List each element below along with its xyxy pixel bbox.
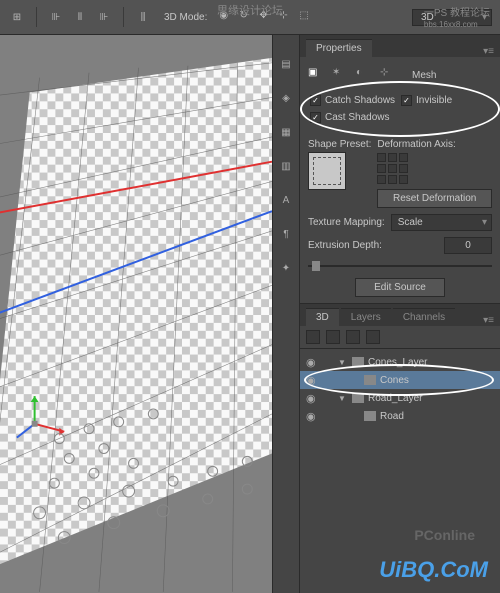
cap-icon[interactable]: ◐ xyxy=(356,67,372,83)
text-icon[interactable]: A xyxy=(277,191,295,209)
mesh-item-icon xyxy=(364,411,376,421)
tab-channels[interactable]: Channels xyxy=(393,308,455,326)
watermark-pconline: PConline xyxy=(414,527,475,543)
filter-scene-icon[interactable] xyxy=(306,330,320,344)
color-icon[interactable]: ▦ xyxy=(277,123,295,141)
mesh-icon[interactable]: ▣ xyxy=(308,67,324,83)
filter-light-icon[interactable] xyxy=(366,330,380,344)
mesh-label: Mesh xyxy=(412,70,436,81)
tab-properties[interactable]: Properties xyxy=(306,39,372,57)
3d-filter-bar xyxy=(300,326,500,349)
3d-panel-tab-bar: 3D Layers Channels ▾≡ xyxy=(300,304,500,326)
tree-row[interactable]: ◉ ▼ Road_Layer xyxy=(300,389,500,407)
3d-panel: ◉ ▼ Cones_Layer◉ Cones◉ ▼ Road_Layer◉ Ro… xyxy=(300,326,500,593)
3d-scene-tree: ◉ ▼ Cones_Layer◉ Cones◉ ▼ Road_Layer◉ Ro… xyxy=(300,349,500,429)
scale-icon[interactable]: ⬚ xyxy=(299,10,313,24)
invisible-checkbox[interactable]: ✓Invisible xyxy=(401,95,490,106)
3d-viewport[interactable] xyxy=(0,35,272,593)
filter-material-icon[interactable] xyxy=(346,330,360,344)
coords-icon[interactable]: ⊹ xyxy=(380,67,396,83)
twisty-icon[interactable]: ▼ xyxy=(338,358,348,367)
mesh-item-icon xyxy=(352,357,364,367)
tree-row[interactable]: ◉ Road xyxy=(300,407,500,425)
texture-mapping-dropdown[interactable]: Scale xyxy=(391,214,492,231)
deformation-axis-label: Deformation Axis: xyxy=(377,139,492,150)
tree-item-label: Road xyxy=(380,411,404,422)
deform-icon[interactable]: ✶ xyxy=(332,67,348,83)
divider xyxy=(36,7,37,27)
watermark-top: 思缘设计论坛 xyxy=(217,2,283,18)
properties-tab-bar: Properties ▾≡ xyxy=(300,35,500,57)
swatches-icon[interactable]: ▥ xyxy=(277,157,295,175)
paragraph-icon[interactable]: ¶ xyxy=(277,225,295,243)
history-icon[interactable]: ◈ xyxy=(277,89,295,107)
panel-menu-icon[interactable]: ▾≡ xyxy=(477,46,500,57)
tree-row[interactable]: ◉ Cones xyxy=(300,371,500,389)
mesh-item-icon xyxy=(352,393,364,403)
catch-shadows-label: Catch Shadows xyxy=(325,95,395,106)
visibility-icon[interactable]: ◉ xyxy=(306,392,318,405)
visibility-icon[interactable]: ◉ xyxy=(306,374,318,387)
distribute-icon[interactable]: ⫼ xyxy=(134,8,152,26)
align-left-icon[interactable]: ⊪ xyxy=(47,8,65,26)
styles-icon[interactable]: ✦ xyxy=(277,259,295,277)
visibility-icon[interactable]: ◉ xyxy=(306,410,318,423)
align-right-icon[interactable]: ⊪ xyxy=(95,8,113,26)
divider xyxy=(123,7,124,27)
watermark-bottom: UiBQ.CoM xyxy=(379,557,488,583)
extrusion-depth-field[interactable] xyxy=(444,237,492,254)
invisible-label: Invisible xyxy=(416,95,452,106)
properties-panel: ▣ ✶ ◐ ⊹ Mesh ✓Catch Shadows ✓Invisible ✓… xyxy=(300,57,500,304)
shape-preset-label: Shape Preset: xyxy=(308,139,371,150)
mode-label: 3D Mode: xyxy=(164,12,207,23)
right-panel-stack: Properties ▾≡ ▣ ✶ ◐ ⊹ Mesh ✓Catch Shadow… xyxy=(300,35,500,593)
viewport-canvas xyxy=(0,35,272,593)
constrain-icon[interactable]: ⊞ xyxy=(8,8,26,26)
extrusion-slider[interactable] xyxy=(308,260,492,272)
tree-row[interactable]: ◉ ▼ Cones_Layer xyxy=(300,353,500,371)
panel-menu-icon[interactable]: ▾≡ xyxy=(477,315,500,326)
twisty-icon[interactable]: ▼ xyxy=(338,394,348,403)
cast-shadows-label: Cast Shadows xyxy=(325,112,389,123)
tab-3d[interactable]: 3D xyxy=(306,308,339,326)
tab-layers[interactable]: Layers xyxy=(341,308,391,326)
texture-mapping-label: Texture Mapping: xyxy=(308,217,385,228)
tree-item-label: Road_Layer xyxy=(368,393,422,404)
axis-grid[interactable] xyxy=(377,153,492,184)
mesh-item-icon xyxy=(364,375,376,385)
extrusion-depth-label: Extrusion Depth: xyxy=(308,240,382,251)
collapsed-panel-dock: ▤ ◈ ▦ ▥ A ¶ ✦ xyxy=(272,35,300,593)
filter-mesh-icon[interactable] xyxy=(326,330,340,344)
align-center-icon[interactable]: ⫴ xyxy=(71,8,89,26)
reset-deformation-button[interactable]: Reset Deformation xyxy=(377,189,492,208)
cast-shadows-checkbox[interactable]: ✓Cast Shadows xyxy=(310,112,399,123)
tree-item-label: Cones xyxy=(380,375,409,386)
visibility-icon[interactable]: ◉ xyxy=(306,356,318,369)
watermark-top-right: 一PS 教程论坛bbs.16xx8.com xyxy=(424,4,490,30)
edit-source-button[interactable]: Edit Source xyxy=(355,278,445,297)
tree-item-label: Cones_Layer xyxy=(368,357,427,368)
histogram-icon[interactable]: ▤ xyxy=(277,55,295,73)
shape-preset-thumbnail[interactable] xyxy=(308,152,346,190)
catch-shadows-checkbox[interactable]: ✓Catch Shadows xyxy=(310,95,399,106)
